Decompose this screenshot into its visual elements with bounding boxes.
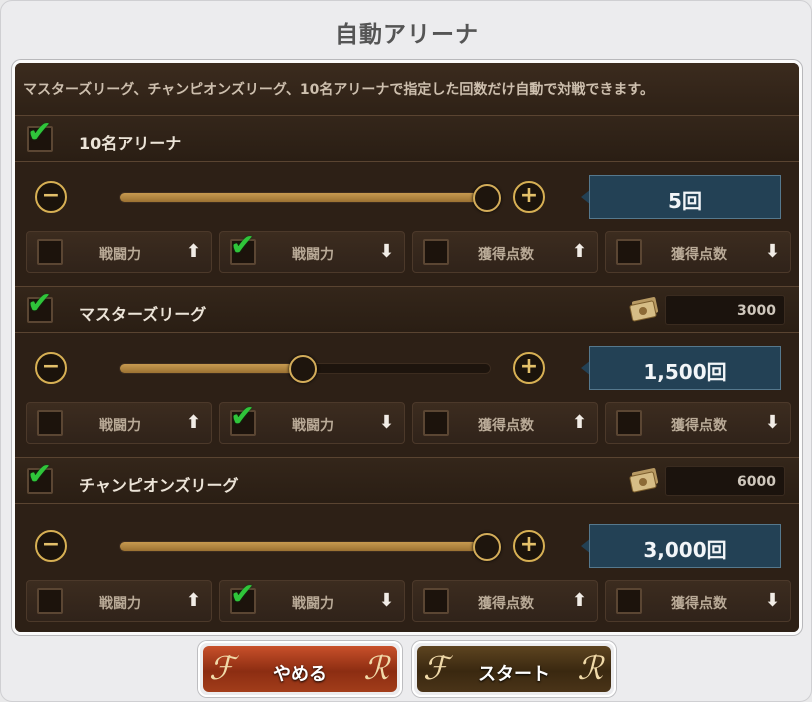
sort-option-power-desc[interactable]: ✔ 戦闘力 ⬇	[219, 402, 405, 444]
count-display: 5回	[589, 175, 781, 219]
description-bar: マスターズリーグ、チャンピオンズリーグ、10名アリーナで指定した回数だけ自動で対…	[15, 63, 799, 117]
section-body-champions-league: − + 3,000回 戦闘力 ⬆ ✔ 戦闘力 ⬇ 獲得点数 ⬆ 獲得点数 ⬇	[15, 504, 799, 632]
check-icon: ✔	[27, 115, 53, 150]
count-value: 3,000回	[643, 538, 727, 562]
section-header-champions-league: ✔ チャンピオンズリーグ 6000	[15, 457, 799, 504]
arrow-up-icon: ⬆	[571, 412, 587, 433]
cancel-button[interactable]: ℱ やめる ℛ	[198, 641, 402, 697]
sort-option-points-desc[interactable]: 獲得点数 ⬇	[605, 231, 791, 273]
sort-option-power-asc[interactable]: 戦闘力 ⬆	[26, 580, 212, 622]
check-icon: ✔	[27, 286, 53, 321]
ticket-icon	[629, 297, 659, 322]
arrow-down-icon: ⬇	[764, 412, 780, 433]
start-button-face: ℱ スタート ℛ	[417, 646, 611, 692]
slider-knob[interactable]	[289, 355, 317, 383]
count-value: 5回	[668, 189, 702, 213]
sort-option-points-asc[interactable]: 獲得点数 ⬆	[412, 402, 598, 444]
arrow-up-icon: ⬆	[571, 590, 587, 611]
dialog-title: 自動アリーナ	[335, 22, 479, 48]
start-button[interactable]: ℱ スタート ℛ	[412, 641, 616, 697]
count-slider[interactable]	[119, 192, 491, 203]
arrow-down-icon: ⬇	[764, 241, 780, 262]
sort-option-power-asc[interactable]: 戦闘力 ⬆	[26, 402, 212, 444]
arrow-down-icon: ⬇	[764, 590, 780, 611]
arrow-down-icon: ⬇	[378, 241, 394, 262]
section-header-10-arena: ✔ 10名アリーナ	[15, 115, 799, 162]
section-checkbox-10-arena[interactable]: ✔	[27, 118, 53, 152]
arrow-up-icon: ⬆	[185, 241, 201, 262]
slider-knob[interactable]	[473, 184, 501, 212]
sort-option-power-desc[interactable]: ✔ 戦闘力 ⬇	[219, 231, 405, 273]
ornament-right-icon: ℛ	[363, 649, 389, 687]
slider-knob[interactable]	[473, 533, 501, 561]
check-icon: ✔	[27, 457, 53, 492]
slider-fill	[120, 542, 478, 551]
sort-option-points-desc[interactable]: 獲得点数 ⬇	[605, 402, 791, 444]
arrow-up-icon: ⬆	[185, 412, 201, 433]
section-header-masters-league: ✔ マスターズリーグ 3000	[15, 286, 799, 333]
ticket-cost: 3000	[627, 294, 787, 326]
section-label: マスターズリーグ	[79, 305, 207, 324]
arrow-down-icon: ⬇	[378, 590, 394, 611]
arrow-up-icon: ⬆	[571, 241, 587, 262]
slider-fill	[120, 193, 478, 202]
ticket-icon	[629, 468, 659, 493]
sort-option-power-asc[interactable]: 戦闘力 ⬆	[26, 231, 212, 273]
section-checkbox-champions-league[interactable]: ✔	[27, 460, 53, 494]
section-checkbox-masters-league[interactable]: ✔	[27, 289, 53, 323]
count-value: 1,500回	[643, 360, 727, 384]
ticket-count-box: 6000	[665, 466, 785, 496]
section-body-masters-league: − + 1,500回 戦闘力 ⬆ ✔ 戦闘力 ⬇ 獲得点数 ⬆ 獲得点数 ⬇	[15, 333, 799, 457]
description-text: マスターズリーグ、チャンピオンズリーグ、10名アリーナで指定した回数だけ自動で対…	[23, 82, 654, 98]
section-body-10-arena: − + 5回 戦闘力 ⬆ ✔ 戦闘力 ⬇ 獲得点数 ⬆ 獲得点数 ⬇	[15, 162, 799, 286]
increase-button[interactable]: +	[513, 181, 545, 213]
sort-option-points-asc[interactable]: 獲得点数 ⬆	[412, 231, 598, 273]
ticket-count-box: 3000	[665, 295, 785, 325]
arrow-up-icon: ⬆	[185, 590, 201, 611]
arrow-down-icon: ⬇	[378, 412, 394, 433]
ornament-right-icon: ℛ	[577, 649, 603, 687]
decrease-button[interactable]: −	[35, 352, 67, 384]
settings-panel: マスターズリーグ、チャンピオンズリーグ、10名アリーナで指定した回数だけ自動で対…	[12, 60, 802, 635]
decrease-button[interactable]: −	[35, 530, 67, 562]
section-label: 10名アリーナ	[79, 134, 182, 153]
slider-fill	[120, 364, 300, 373]
increase-button[interactable]: +	[513, 352, 545, 384]
auto-arena-dialog: 自動アリーナ マスターズリーグ、チャンピオンズリーグ、10名アリーナで指定した回…	[0, 0, 812, 702]
ticket-cost: 6000	[627, 465, 787, 497]
ticket-count: 3000	[737, 303, 776, 319]
sort-option-power-desc[interactable]: ✔ 戦闘力 ⬇	[219, 580, 405, 622]
section-label: チャンピオンズリーグ	[79, 476, 239, 495]
sort-option-points-asc[interactable]: 獲得点数 ⬆	[412, 580, 598, 622]
decrease-button[interactable]: −	[35, 181, 67, 213]
sort-option-points-desc[interactable]: 獲得点数 ⬇	[605, 580, 791, 622]
increase-button[interactable]: +	[513, 530, 545, 562]
count-display: 3,000回	[589, 524, 781, 568]
count-slider[interactable]	[119, 541, 491, 552]
cancel-button-face: ℱ やめる ℛ	[203, 646, 397, 692]
ticket-count: 6000	[737, 474, 776, 490]
count-display: 1,500回	[589, 346, 781, 390]
